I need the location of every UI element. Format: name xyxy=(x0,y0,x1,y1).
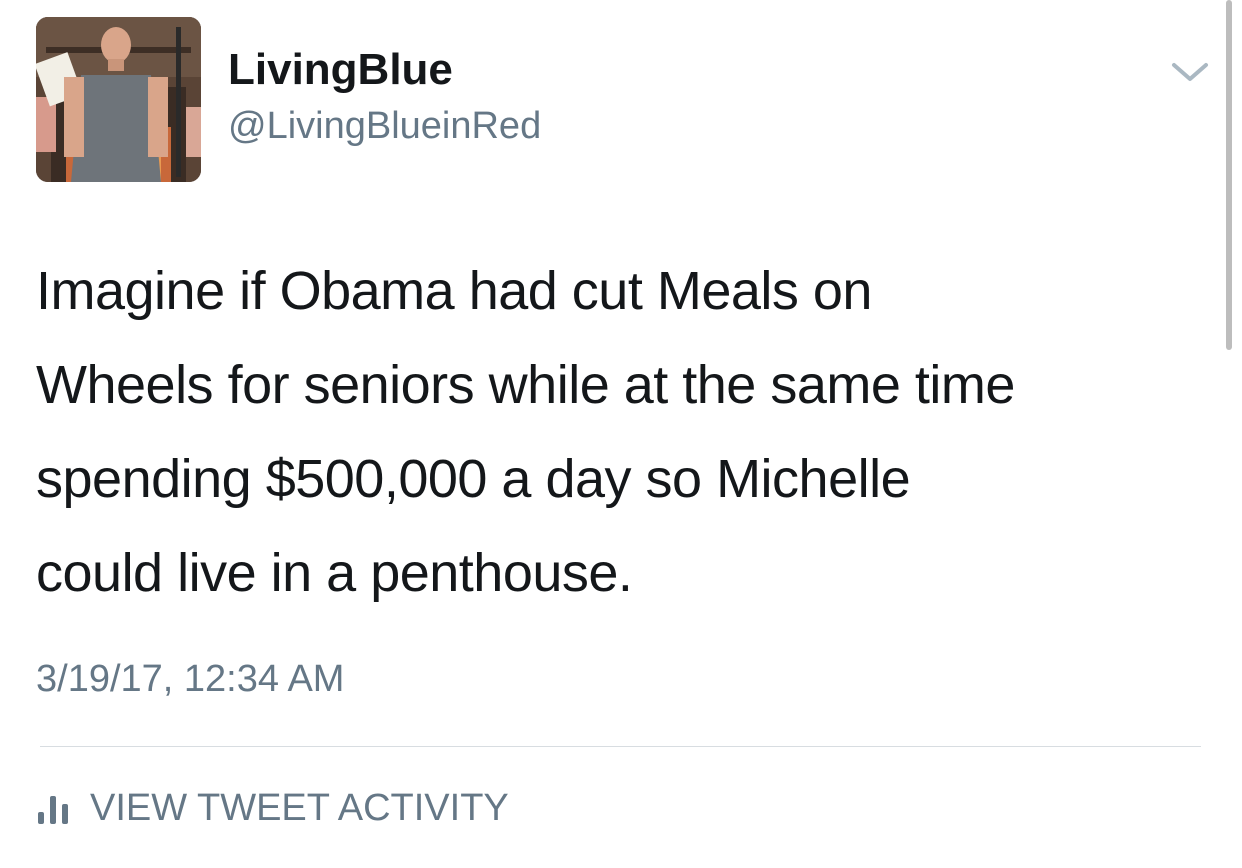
bar-chart-icon xyxy=(36,790,70,826)
view-tweet-activity-label: VIEW TWEET ACTIVITY xyxy=(90,787,509,829)
view-tweet-activity-button[interactable]: VIEW TWEET ACTIVITY xyxy=(36,782,509,834)
user-handle[interactable]: @LivingBlueinRed xyxy=(228,100,541,152)
tweet-line: spending $500,000 a day so Michelle xyxy=(36,449,911,509)
scrollbar[interactable] xyxy=(1226,0,1232,350)
chevron-down-icon[interactable] xyxy=(1170,57,1210,87)
tweet-line: could live in a penthouse. xyxy=(36,543,633,603)
display-name[interactable]: LivingBlue xyxy=(228,42,453,98)
profile-photo xyxy=(36,17,201,182)
tweet-line: Imagine if Obama had cut Meals on xyxy=(36,261,872,321)
avatar[interactable] xyxy=(36,17,201,182)
tweet-text: Imagine if Obama had cut Meals on Wheels… xyxy=(36,244,1216,620)
timestamp[interactable]: 3/19/17, 12:34 AM xyxy=(36,654,344,704)
divider xyxy=(40,746,1201,747)
tweet-line: Wheels for seniors while at the same tim… xyxy=(36,355,1015,415)
